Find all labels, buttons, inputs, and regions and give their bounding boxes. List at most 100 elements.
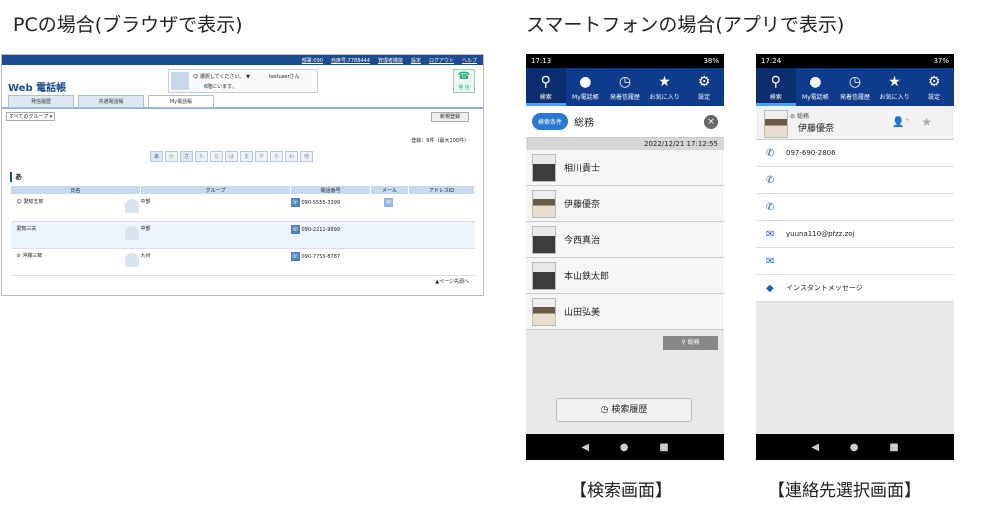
search-input[interactable]: 総務 [574,114,698,129]
kana-a[interactable]: あ [150,151,163,162]
kana-ra[interactable]: ら [270,151,283,162]
kana-ta[interactable]: た [195,151,208,162]
contact-phone[interactable]: ☏ 090-5555-3399 [290,194,371,222]
phone-search-screen: 17:13 38% ⚲ 検索 ● My電話帳 ◷ 発着信履歴 ★ お気に入り ⚙ 設定 検索… [526,54,724,460]
contact-name[interactable]: 愛知五郎 [23,199,43,205]
tab-shared-phonebook[interactable]: 共通電話帳 [78,95,144,108]
contact-photo [532,189,556,218]
email-row[interactable]: ✉ [756,248,954,275]
kana-sa[interactable]: さ [180,151,193,162]
home-icon[interactable]: ● [850,442,859,453]
tab-favorites[interactable]: ★ お気に入り [875,68,915,106]
star-icon: ★ [658,74,671,90]
contact-header: ⊘ 総務 伊藤優奈 👤⁺ ★ [756,106,954,140]
list-item[interactable]: 今西真治 [526,222,724,258]
tab-my-phonebook[interactable]: ● My電話帳 [566,68,606,106]
contact-dept: ⊘ 総務 [790,113,809,120]
search-timestamp: 2022/12/21 17:12:55 [526,138,724,150]
list-item[interactable]: 伊藤優奈 [526,186,724,222]
new-entry-button[interactable]: 新規登録 [431,112,469,122]
kana-other[interactable]: 他 [300,151,313,162]
tab-my-phonebook[interactable]: ● My電話帳 [796,68,836,106]
person-icon: ● [579,74,592,90]
tab-settings[interactable]: ⚙ 設定 [914,68,954,106]
tab-call-history[interactable]: 発信履歴 [8,95,74,108]
contact-name: 伊藤優奈 [798,124,835,134]
phone-row[interactable]: ✆ [756,194,954,221]
kana-na[interactable]: な [210,151,223,162]
status-note: 6階にいます。 [204,84,237,90]
list-item[interactable]: 相川貴士 [526,150,724,186]
kana-ka[interactable]: か [165,151,178,162]
kana-wa[interactable]: わ [285,151,298,162]
clear-icon[interactable]: × [704,114,718,129]
contact-photo [532,297,556,326]
back-icon[interactable]: ◀ [581,442,589,453]
app-heading: スマートフォンの場合(アプリで表示) [526,14,845,36]
page-top-link[interactable]: ▲ページ先頭へ [435,278,469,285]
contact-name[interactable]: 沖縄三郎 [22,253,42,259]
search-history-button[interactable]: ◷ 検索履歴 [556,398,692,422]
table-row[interactable]: 愛知三夫 中部 ☏ 090-2211-9999 [10,221,475,249]
status-select[interactable]: ☺ 選択してください。 ▼ [193,73,250,80]
admin-link[interactable]: 管理者機能 [378,57,403,64]
tab-settings[interactable]: ⚙ 設定 [684,68,724,106]
col-mail: メール [370,185,409,195]
list-item[interactable]: 本山鉄太郎 [526,258,724,294]
contacts-table: 氏名 グループ 電話番号 メール アドレスID ☺ 愛知五郎 中部 ☏ 090-5… [10,185,475,276]
smile-icon: ☺ [16,199,22,205]
favorite-star-icon[interactable]: ★ [921,115,932,129]
contact-phone[interactable]: ☏ 090-2211-9999 [290,221,371,249]
search-condition-chip[interactable]: 検索条件 [532,113,569,130]
tab-search[interactable]: ⚲ 検索 [526,68,566,106]
search-icon: ⚲ [540,74,551,90]
search-icon: ⚲ [770,74,781,90]
kana-ma[interactable]: ま [240,151,253,162]
home-icon[interactable]: ● [620,442,629,453]
phone-row[interactable]: ✆ 097-690-2806 [756,140,954,167]
extension-link[interactable]: 自席号:7788444 [331,57,370,64]
tab-my-phonebook[interactable]: My電話帳 [148,95,214,108]
col-address-id: アドレスID [408,185,475,195]
table-row[interactable]: ☺ 愛知五郎 中部 ☏ 090-5555-3399 ✉ [10,194,475,222]
group-filter-select[interactable]: すべてのグループ ▾ [6,112,56,121]
phone-icon: ☏ [290,225,300,234]
table-row[interactable]: ⊘ 沖縄三郎 九州 ☏ 090-7755-8787 [10,248,475,276]
chat-icon: ◆ [766,282,774,294]
email-row[interactable]: ✉ yuuna110@pfzz.zoj [756,221,954,248]
tab-history[interactable]: ◷ 発着信履歴 [835,68,875,106]
tab-favorites[interactable]: ★ お気に入り [645,68,685,106]
settings-link[interactable]: 設定 [411,57,421,64]
add-contact-icon[interactable]: 👤⁺ [892,117,910,128]
avatar [124,199,139,213]
col-phone: 電話番号 [290,185,371,195]
phone-icon: ✆ [766,201,775,213]
phone-icon: ☎ [457,71,471,82]
avatar [171,72,189,90]
phone-icon: ✆ [766,174,775,186]
instant-message-row[interactable]: ◆ インスタントメッセージ [756,275,954,302]
list-item[interactable]: 山田弘美 [526,294,724,330]
clock-icon: ◷ [600,405,609,415]
tab-history[interactable]: ◷ 発着信履歴 [605,68,645,106]
mail-icon[interactable]: ✉ [384,198,393,207]
logout-link[interactable]: ログアウト [429,57,454,64]
android-nav-bar: ◀ ● ■ [756,434,954,460]
recents-icon[interactable]: ■ [889,442,898,453]
pc-browser-screenshot: 部署:090 自席号:7788444 管理者機能 設定 ログアウト ヘルプ We… [1,54,484,296]
kana-ha[interactable]: は [225,151,238,162]
entry-count: 登録：9件（最大100件） [411,138,469,144]
phone-row[interactable]: ✆ [756,167,954,194]
tab-search[interactable]: ⚲ 検索 [756,68,796,106]
help-link[interactable]: ヘルプ [462,57,477,64]
recents-icon[interactable]: ■ [659,442,668,453]
kana-ya[interactable]: や [255,151,268,162]
contact-name[interactable]: 愛知三夫 [17,226,37,232]
pc-heading: PCの場合(ブラウザで表示) [13,14,243,36]
contact-photo [764,110,788,138]
dept-link[interactable]: 部署:090 [302,57,323,64]
call-button[interactable]: ☎ 発 信 [453,69,475,93]
contact-phone[interactable]: ☏ 090-7755-8787 [290,248,371,276]
pc-top-links: 部署:090 自席号:7788444 管理者機能 設定 ログアウト ヘルプ [2,55,483,65]
back-icon[interactable]: ◀ [811,442,819,453]
